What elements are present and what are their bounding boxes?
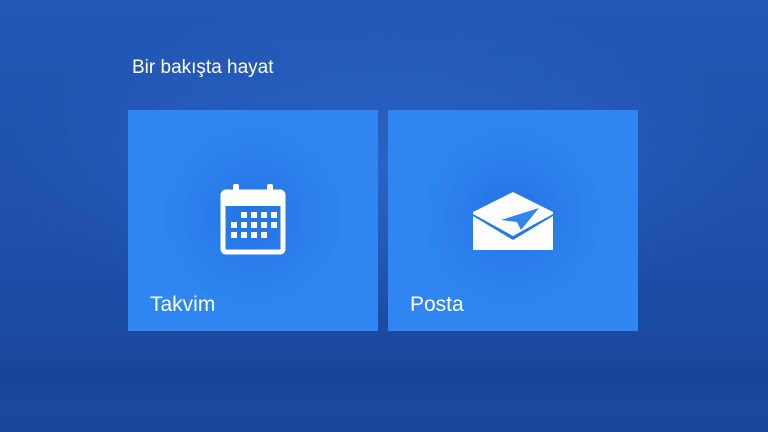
calendar-icon [219, 184, 287, 261]
calendar-tile[interactable]: Takvim [128, 110, 378, 331]
mail-tile-label: Posta [410, 293, 464, 316]
mail-icon [471, 190, 555, 257]
mail-tile[interactable]: Posta [388, 110, 638, 331]
background-band [0, 345, 768, 405]
group-title: Bir bakışta hayat [132, 57, 274, 78]
calendar-tile-label: Takvim [150, 293, 216, 316]
